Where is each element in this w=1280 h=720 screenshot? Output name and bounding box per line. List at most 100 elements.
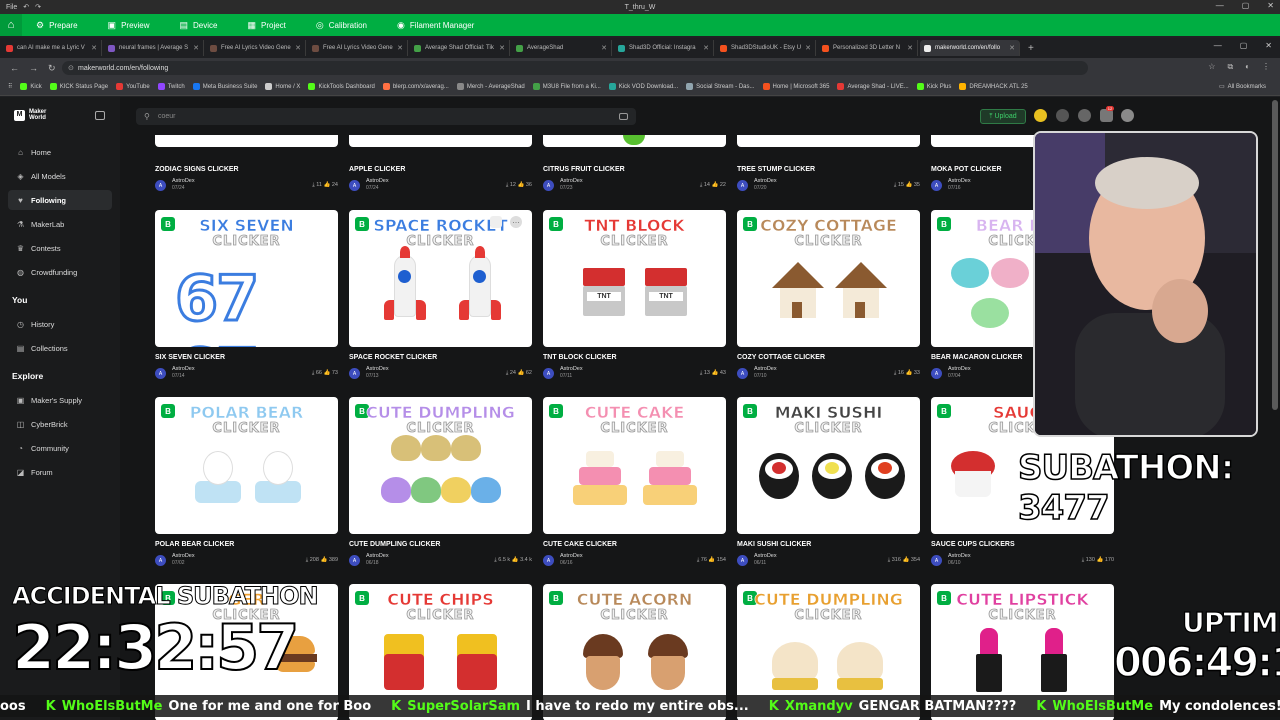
bookmark-item[interactable]: KickTools Dashboard [308, 83, 375, 90]
close-tab-icon[interactable]: ✕ [1009, 44, 1015, 52]
model-title[interactable]: TNT BLOCK CLICKER [543, 354, 617, 361]
browser-tab[interactable]: Shad3D Official: Instagra ✕ [614, 40, 714, 56]
model-thumbnail[interactable]: B POLAR BEAR CLICKER [155, 397, 338, 534]
tab-project[interactable]: ▦ Project [247, 20, 285, 31]
author-name[interactable]: AstroDex [754, 366, 777, 372]
sidebar-item-community[interactable]: ◔ Community [8, 438, 112, 458]
reload-icon[interactable]: ↻ [48, 63, 56, 74]
address-bar[interactable]: ⊙ makerworld.com/en/following [62, 61, 1088, 75]
all-bookmarks-button[interactable]: ▭ All Bookmarks [1219, 83, 1266, 91]
close-tab-icon[interactable]: ✕ [805, 44, 811, 52]
profile-icon[interactable]: ◐ [1245, 62, 1250, 72]
sidebar-item-cyberbrick[interactable]: ◫ CyberBrick [8, 414, 112, 434]
author-avatar[interactable]: A [155, 555, 166, 566]
more-icon[interactable]: … [510, 216, 522, 228]
redo-icon[interactable]: ↷ [35, 3, 41, 11]
browser-tab[interactable]: neural frames | Average S ✕ [104, 40, 204, 56]
collapse-sidebar-icon[interactable] [95, 111, 105, 120]
file-menu[interactable]: File [6, 4, 17, 11]
author-avatar[interactable]: A [931, 368, 942, 379]
minimize-icon[interactable]: — [1216, 1, 1224, 10]
model-thumbnail[interactable]: B COZY COTTAGE CLICKER [737, 210, 920, 347]
author-avatar[interactable]: A [349, 368, 360, 379]
bookmark-item[interactable]: Home / X [265, 83, 300, 90]
bookmark-item[interactable]: Twitch [157, 83, 185, 90]
menu-icon[interactable]: ⋮ [1262, 62, 1270, 72]
sidebar-item-makerlab[interactable]: ⚗ MakerLab [8, 214, 112, 234]
sidebar-item-history[interactable]: ◷ History [8, 314, 112, 334]
model-title[interactable]: APPLE CLICKER [349, 166, 405, 173]
browser-tab[interactable]: Average Shad Official: Tik ✕ [410, 40, 510, 56]
author-avatar[interactable]: A [543, 180, 554, 191]
author-avatar[interactable]: A [543, 368, 554, 379]
bookmark-item[interactable]: M3U8 File from a Ki... [532, 83, 601, 90]
model-title[interactable]: MAKI SUSHI CLICKER [737, 541, 811, 548]
close-tab-icon[interactable]: ✕ [397, 44, 403, 52]
author-name[interactable]: AstroDex [366, 366, 389, 372]
browser-tab[interactable]: Free AI Lyrics Video Gene ✕ [308, 40, 408, 56]
model-thumbnail[interactable]: BSIX SEVENCLICKER67 67 [155, 210, 338, 347]
model-thumbnail[interactable] [349, 135, 532, 147]
model-thumbnail[interactable] [155, 135, 338, 147]
close-icon[interactable]: ✕ [1267, 1, 1274, 10]
browser-tab[interactable]: Free AI Lyrics Video Gene ✕ [206, 40, 306, 56]
author-name[interactable]: AstroDex [754, 178, 777, 184]
model-thumbnail[interactable]: B CUTE DUMPLING CLICKER [349, 397, 532, 534]
model-thumbnail[interactable] [737, 135, 920, 147]
bookmark-item[interactable]: Social Stream - Das... [686, 83, 755, 90]
model-thumbnail[interactable]: B MAKI SUSHI CLICKER [737, 397, 920, 534]
model-title[interactable]: SIX SEVEN CLICKER [155, 354, 225, 361]
model-title[interactable]: BEAR MACARON CLICKER [931, 354, 1022, 361]
author-avatar[interactable]: A [155, 368, 166, 379]
forward-icon[interactable]: → [29, 63, 38, 73]
model-title[interactable]: SPACE ROCKET CLICKER [349, 354, 437, 361]
bookmark-item[interactable]: YouTube [116, 83, 150, 90]
sidebar-item-home[interactable]: ⌂ Home [8, 142, 112, 162]
model-title[interactable]: CITRUS FRUIT CLICKER [543, 166, 625, 173]
author-name[interactable]: AstroDex [366, 553, 389, 559]
browser-tab[interactable]: Personalized 3D Letter N ✕ [818, 40, 918, 56]
close-tab-icon[interactable]: ✕ [295, 44, 301, 52]
tab-filament-manager[interactable]: ◉ Filament Manager [397, 20, 474, 31]
author-avatar[interactable]: A [737, 555, 748, 566]
cart-icon[interactable] [1056, 109, 1069, 122]
browser-tab[interactable]: AverageShad ✕ [512, 40, 612, 56]
sidebar-item-forum[interactable]: ◪ Forum [8, 462, 112, 482]
tab-preview[interactable]: ▣ Preview [108, 20, 150, 31]
search-input[interactable]: ⚲ coeur [136, 108, 636, 125]
avatar[interactable] [1121, 109, 1134, 122]
sidebar-item-crowdfunding[interactable]: ◍ Crowdfunding [8, 262, 112, 282]
sidebar-item-all-models[interactable]: ◈ All Models [8, 166, 112, 186]
model-title[interactable]: CUTE DUMPLING CLICKER [349, 541, 440, 548]
author-avatar[interactable]: A [155, 180, 166, 191]
browser-tab-active[interactable]: makerworld.com/en/follo ✕ [920, 40, 1020, 56]
bookmark-item[interactable]: blerp.com/x/averag... [382, 83, 449, 90]
author-avatar[interactable]: A [349, 555, 360, 566]
tab-device[interactable]: ▤ Device [180, 20, 218, 31]
close-tab-icon[interactable]: ✕ [193, 44, 199, 52]
image-search-icon[interactable] [619, 113, 628, 120]
author-name[interactable]: AstroDex [560, 366, 583, 372]
close-tab-icon[interactable]: ✕ [703, 44, 709, 52]
author-avatar[interactable]: A [737, 368, 748, 379]
author-avatar[interactable]: A [349, 180, 360, 191]
minimize-icon[interactable]: — [1214, 41, 1222, 50]
model-title[interactable]: CUTE CAKE CLICKER [543, 541, 617, 548]
globe-icon[interactable] [1078, 109, 1091, 122]
model-thumbnail[interactable] [543, 135, 726, 147]
site-info-icon[interactable]: ⊙ [68, 64, 74, 72]
author-name[interactable]: AstroDex [560, 178, 583, 184]
author-avatar[interactable]: A [931, 555, 942, 566]
author-avatar[interactable]: A [543, 555, 554, 566]
tab-calibration[interactable]: ◎ Calibration [316, 20, 367, 31]
maximize-icon[interactable]: ▢ [1242, 1, 1250, 10]
close-tab-icon[interactable]: ✕ [91, 44, 97, 52]
author-name[interactable]: AstroDex [948, 553, 971, 559]
bookmark-star-icon[interactable]: ☆ [1208, 62, 1215, 72]
bookmark-item[interactable]: Merch - AverageShad [456, 83, 525, 90]
model-title[interactable]: TREE STUMP CLICKER [737, 166, 815, 173]
sidebar-item-collections[interactable]: ▤ Collections [8, 338, 112, 358]
browser-tab[interactable]: can AI make me a Lyric V ✕ [2, 40, 102, 56]
author-name[interactable]: AstroDex [560, 553, 583, 559]
sidebar-item-contests[interactable]: ♛ Contests [8, 238, 112, 258]
